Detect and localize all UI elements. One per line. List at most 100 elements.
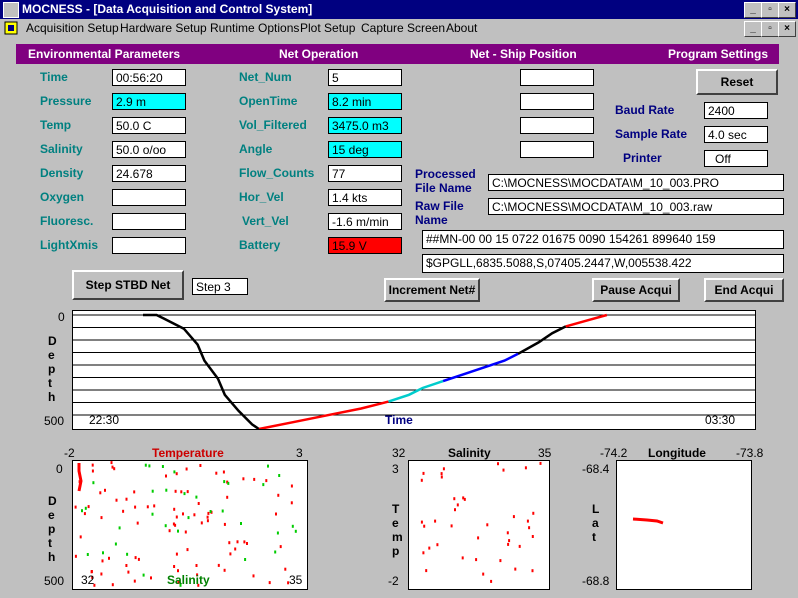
temp-point — [134, 505, 137, 509]
temp-point — [222, 470, 225, 474]
temp-point — [234, 547, 237, 551]
sal-point — [244, 558, 247, 561]
st-point — [477, 536, 480, 540]
sal-point — [209, 510, 212, 513]
menu-capture-screen[interactable]: Capture Screen — [361, 21, 445, 35]
temp-salinity-depth-plot: 32 Salinity 35 — [72, 460, 308, 590]
net-value-7: 15.9 V — [328, 237, 402, 254]
temp-point — [185, 467, 188, 471]
pause-acqui-button[interactable]: Pause Acqui — [592, 278, 680, 302]
depth-series-5 — [565, 313, 608, 328]
temp-point — [206, 515, 209, 519]
st-y-bottom-tick: -2 — [388, 574, 399, 588]
sal-point — [81, 509, 83, 513]
sal-point — [151, 512, 154, 516]
temp-point — [134, 556, 137, 560]
sal-point — [92, 481, 95, 485]
document-icon[interactable] — [4, 21, 18, 35]
temp-point — [137, 557, 140, 561]
end-acqui-button[interactable]: End Acqui — [704, 278, 784, 302]
net-label-1: OpenTime — [239, 94, 298, 108]
baud-rate-value[interactable]: 2400 — [704, 102, 768, 119]
temp-point — [110, 461, 113, 465]
net-label-2: Vol_Filtered — [239, 118, 307, 132]
net-label-5: Hor_Vel — [239, 190, 284, 204]
temp-point — [253, 477, 256, 481]
net-value-5: 1.4 kts — [328, 189, 402, 206]
temp-point — [223, 568, 226, 572]
net-label-4: Flow_Counts — [239, 166, 315, 180]
temp-point — [223, 522, 226, 526]
child-restore-icon[interactable]: ▫ — [761, 21, 779, 37]
temp-point — [115, 498, 118, 502]
st-point — [499, 559, 502, 563]
restore-icon[interactable]: ▫ — [761, 2, 779, 18]
temp-max-tick: 3 — [296, 446, 303, 460]
env-label-1: Pressure — [40, 94, 92, 108]
st-point — [425, 569, 428, 573]
temp-point — [175, 472, 178, 476]
temp-point — [99, 491, 102, 495]
menu-hardware-setup[interactable]: Hardware Setup — [120, 21, 207, 35]
temp-point — [229, 552, 232, 556]
salinity-temp-plot — [408, 460, 550, 590]
minimize-icon[interactable]: _ — [744, 2, 762, 18]
processed-file-value[interactable]: C:\MOCNESS\MOCDATA\M_10_003.PRO — [488, 174, 784, 191]
st-point — [497, 462, 499, 466]
increment-net-button[interactable]: Increment Net# — [384, 278, 480, 302]
st-point — [461, 556, 464, 560]
menu-acquisition-setup[interactable]: Acquisition Setup — [26, 21, 119, 35]
menu-plot-setup[interactable]: Plot Setup — [300, 21, 355, 35]
net-value-4: 77 — [328, 165, 402, 182]
env-label-0: Time — [40, 70, 68, 84]
menu-runtime-options[interactable]: Runtime Options — [210, 21, 299, 35]
app-icon[interactable] — [3, 2, 19, 18]
raw-file-value[interactable]: C:\MOCNESS\MOCDATA\M_10_003.raw — [488, 198, 784, 215]
sample-rate-value[interactable]: 4.0 sec — [704, 126, 768, 143]
temp-point — [236, 540, 239, 544]
temp-point — [180, 490, 183, 494]
sal-point — [187, 516, 190, 520]
sal-min-tick: 32 — [81, 573, 95, 587]
st-point — [442, 467, 445, 471]
step-stbd-net-button[interactable]: Step STBD Net — [72, 270, 184, 300]
menu-about[interactable]: About — [446, 21, 477, 35]
temp-point — [74, 505, 77, 509]
printer-label: Printer — [623, 151, 662, 165]
temp-point — [206, 519, 209, 523]
st-point — [512, 515, 515, 519]
temp-point — [200, 521, 203, 525]
env-label-3: Salinity — [40, 142, 83, 156]
temp-point — [100, 572, 103, 576]
sal-point — [177, 529, 179, 533]
child-minimize-icon[interactable]: _ — [744, 21, 762, 37]
section-net-operation: Net Operation — [279, 47, 359, 61]
sal-point — [278, 474, 281, 477]
sal-point — [102, 551, 104, 555]
temp-point — [125, 497, 128, 501]
temp-point — [174, 489, 177, 493]
net-label-7: Battery — [239, 238, 281, 252]
pos-value-0 — [520, 69, 594, 86]
sal-point — [276, 531, 279, 535]
ts-depth-bottom-tick: 500 — [44, 574, 65, 588]
st-point — [506, 531, 509, 535]
env-value-4: 24.678 — [112, 165, 186, 182]
depth-series-2 — [388, 379, 444, 403]
sal-point — [151, 489, 154, 493]
lat-lon-plot — [616, 460, 752, 590]
sal-point — [223, 480, 226, 484]
printer-value[interactable]: Off — [704, 150, 768, 167]
sal-point — [118, 526, 121, 530]
st-point — [528, 526, 531, 530]
st-point — [531, 535, 534, 538]
close-icon[interactable]: × — [778, 2, 796, 18]
child-close-icon[interactable]: × — [778, 21, 796, 37]
mocness-data-line: ##MN-00 00 15 0722 01675 0090 154261 899… — [422, 230, 784, 249]
depth-top-tick: 0 — [58, 310, 65, 324]
reset-button[interactable]: Reset — [696, 69, 778, 95]
temp-point — [74, 554, 77, 558]
env-label-5: Oxygen — [40, 190, 85, 204]
st-point — [502, 468, 505, 472]
temp-point — [246, 542, 248, 545]
